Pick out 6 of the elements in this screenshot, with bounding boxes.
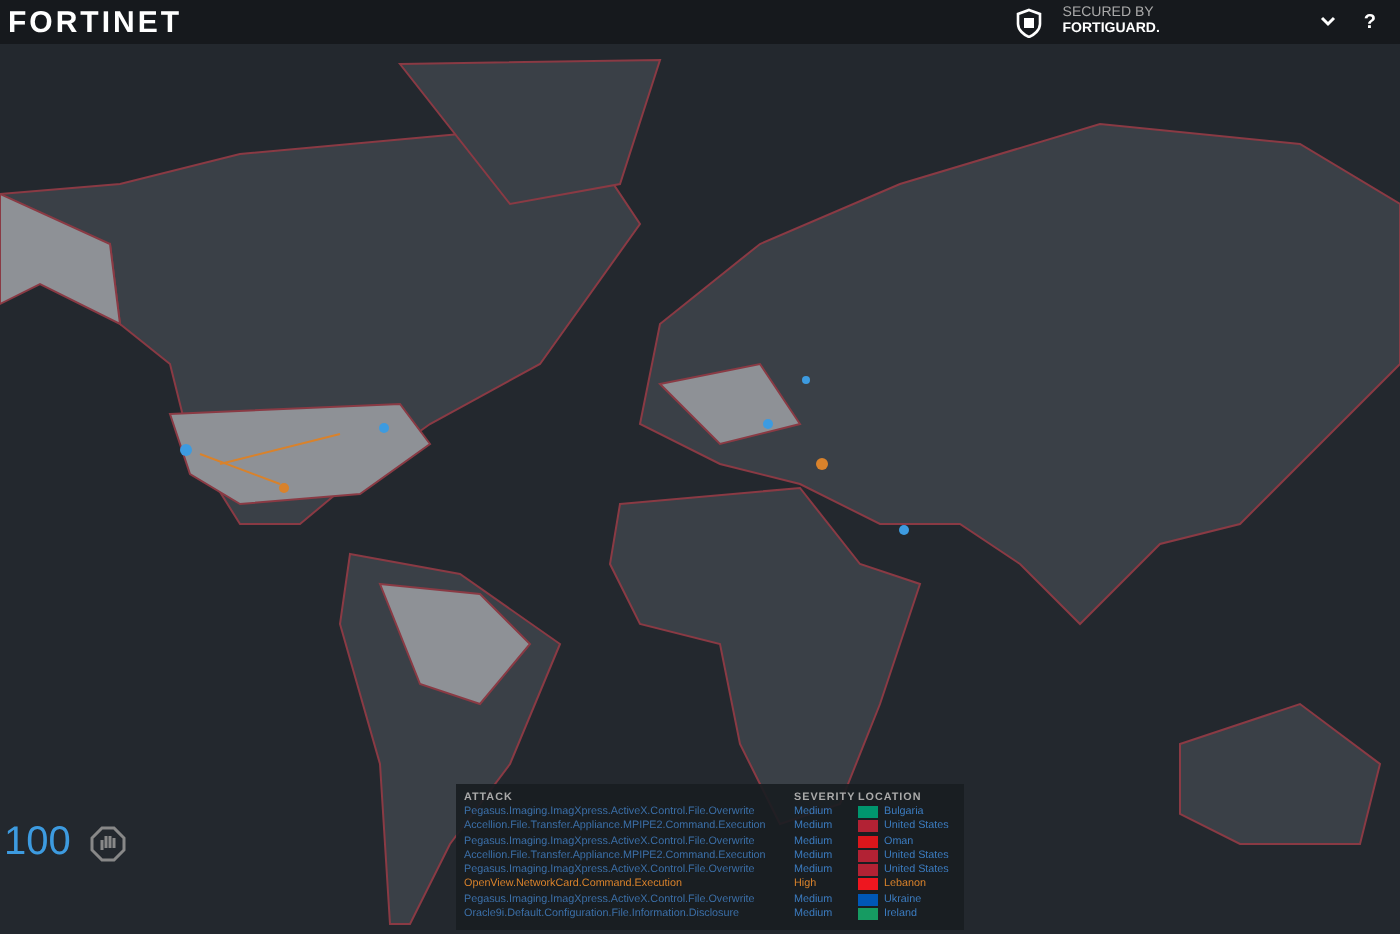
chevron-down-icon[interactable] bbox=[1319, 16, 1336, 28]
attack-counter: 100 bbox=[4, 820, 71, 866]
logo: FORTINET bbox=[8, 5, 182, 39]
shield-icon bbox=[1016, 7, 1043, 37]
help-button[interactable]: ? bbox=[1355, 11, 1384, 33]
stop-hand-icon[interactable] bbox=[90, 825, 127, 861]
